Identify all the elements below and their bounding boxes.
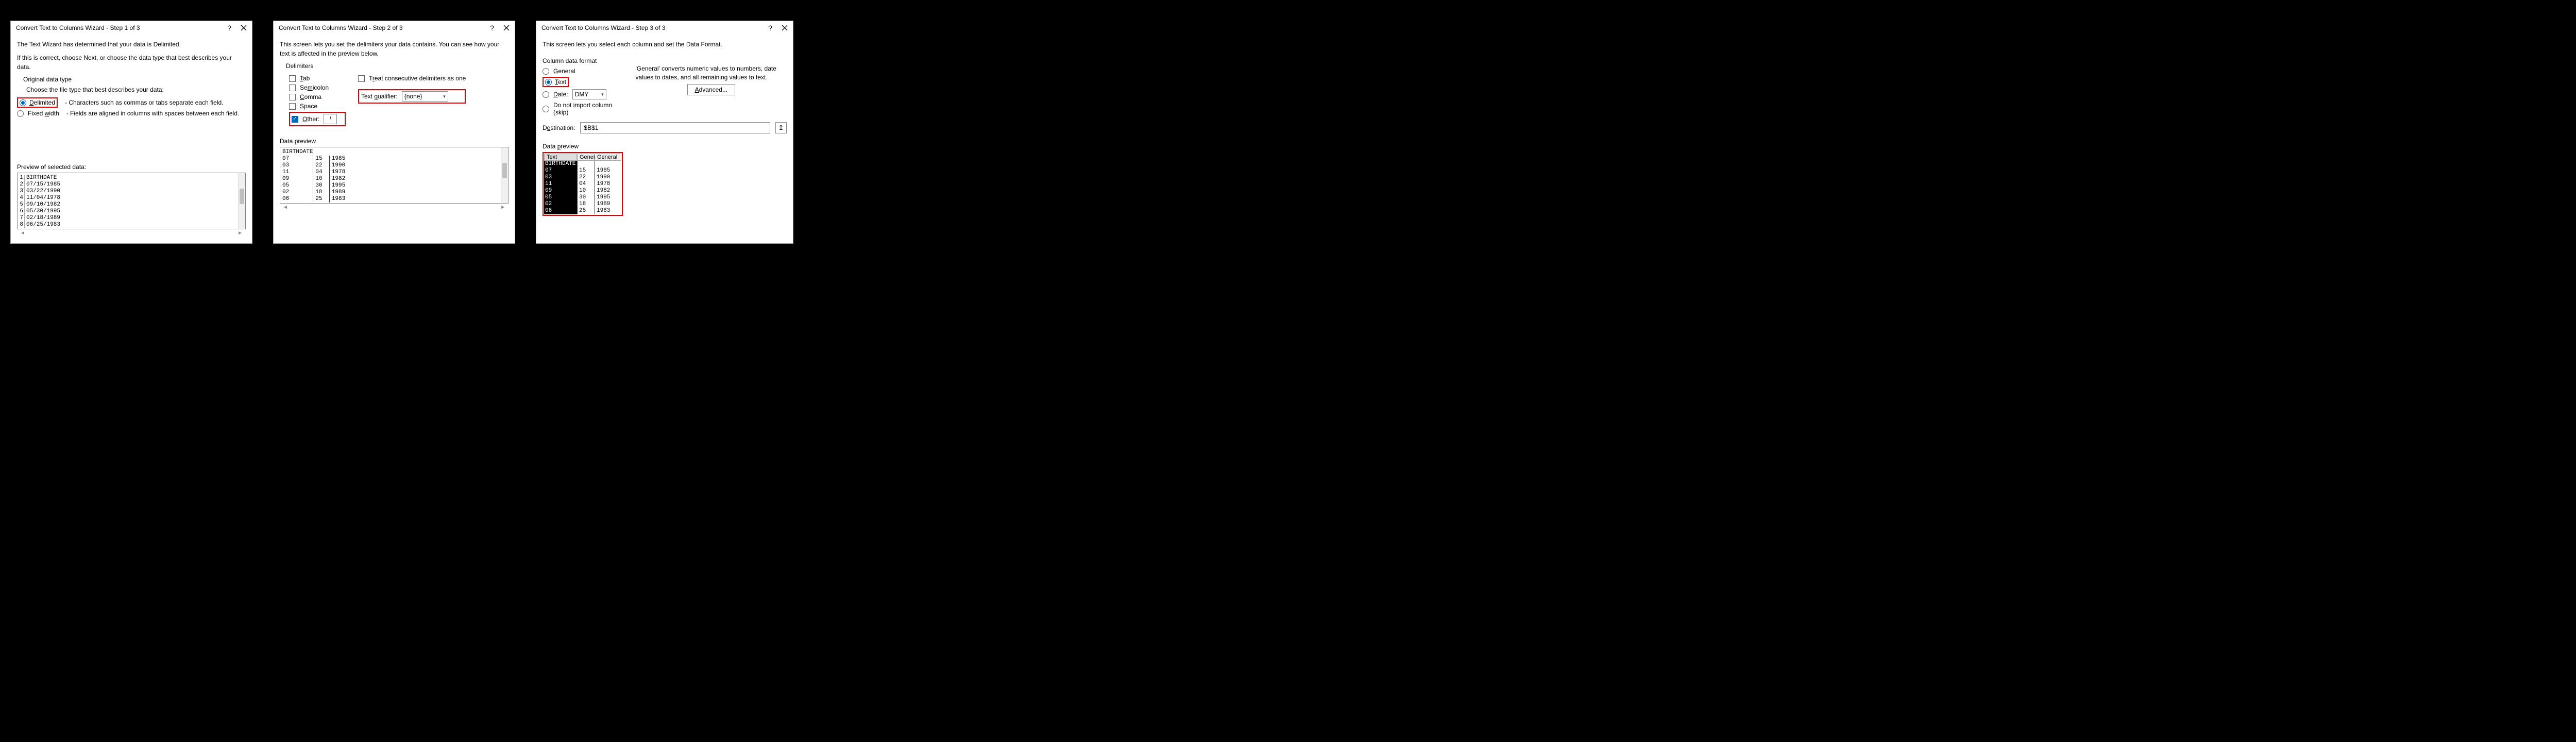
group-column-data-format: Column data format	[543, 57, 623, 64]
horizontal-scrollbar[interactable]: ◄►	[17, 229, 246, 237]
intro-text-2: If this is correct, choose Next, or choo…	[17, 53, 246, 72]
preview-row: 07151985	[544, 167, 621, 174]
chevron-down-icon: ▾	[601, 92, 604, 97]
checkbox-treat-consecutive-label[interactable]: Treat consecutive delimiters as one	[369, 75, 466, 82]
preview-row: 09101982	[544, 188, 621, 194]
checkbox-treat-consecutive[interactable]	[358, 75, 365, 82]
preview-row: 05 30 1995	[282, 182, 499, 189]
radio-date[interactable]	[543, 91, 549, 98]
radio-text[interactable]	[545, 79, 552, 86]
wizard-step3-dialog: Convert Text to Columns Wizard - Step 3 …	[536, 21, 793, 244]
preview-row: 11 04 1978	[282, 169, 499, 176]
fixed-desc: - Fields are aligned in columns with spa…	[66, 110, 240, 117]
checkbox-semicolon-label[interactable]: Semicolon	[300, 84, 329, 91]
wizard-step2-dialog: Convert Text to Columns Wizard - Step 2 …	[273, 21, 515, 244]
preview-row: 11041978	[544, 181, 621, 188]
checkbox-comma-label[interactable]: Comma	[300, 93, 321, 100]
help-button[interactable]: ?	[490, 24, 494, 31]
checkbox-space[interactable]	[289, 103, 296, 110]
help-button[interactable]: ?	[768, 24, 772, 31]
preview-pane: 1BIRTHDATE207/15/1985303/22/1990411/04/1…	[17, 173, 246, 229]
preview-headers: Text Gener General	[544, 154, 621, 161]
other-highlight: Other: /	[289, 112, 346, 126]
close-button[interactable]	[782, 25, 788, 31]
date-format-combo[interactable]: DMY▾	[572, 89, 606, 99]
checkbox-comma[interactable]	[289, 94, 296, 100]
preview-row: 06 25 1983	[282, 196, 499, 203]
range-selector-button[interactable]: ↥	[775, 122, 787, 133]
preview-label: Preview of selected data:	[17, 163, 246, 171]
vertical-scrollbar[interactable]	[501, 147, 508, 203]
delimited-desc: - Characters such as commas or tabs sepa…	[65, 99, 223, 106]
help-button[interactable]: ?	[227, 24, 231, 31]
chevron-down-icon: ▾	[443, 94, 446, 99]
radio-text-label[interactable]: Text	[555, 78, 566, 86]
dialog-title: Convert Text to Columns Wizard - Step 2 …	[279, 24, 403, 31]
preview-label: Data preview	[280, 138, 509, 145]
general-note: 'General' converts numeric values to num…	[636, 64, 787, 82]
choose-label: Choose the file type that best describes…	[26, 86, 246, 93]
preview-row: 509/10/1982	[20, 201, 236, 208]
preview-row: 303/22/1990	[20, 188, 236, 195]
radio-delimited-highlight: Delimited	[17, 97, 58, 108]
preview-row: 02 18 1989	[282, 189, 499, 196]
text-qualifier-label: Text qualifier:	[361, 93, 398, 100]
radio-general[interactable]	[543, 68, 549, 75]
preview-row: 702/18/1989	[20, 215, 236, 222]
radio-skip-label[interactable]: Do not import column (skip)	[553, 102, 623, 116]
radio-fixed-width-label[interactable]: Fixed width	[28, 110, 59, 117]
radio-general-label[interactable]: General	[553, 68, 575, 75]
preview-pane: BIRTHDATE 07 15 198503 22 199011 04 1978…	[280, 147, 509, 204]
text-qualifier-combo[interactable]: {none}▾	[402, 91, 448, 102]
preview-row: 07 15 1985	[282, 156, 499, 162]
dialog-title: Convert Text to Columns Wizard - Step 3 …	[541, 24, 666, 31]
destination-input[interactable]: $B$1	[580, 122, 770, 133]
vertical-scrollbar[interactable]	[238, 173, 245, 229]
radio-date-label[interactable]: Date:	[553, 91, 568, 98]
preview-row: 09 10 1982	[282, 176, 499, 182]
radio-delimited-label[interactable]: Delimited	[29, 99, 55, 106]
preview-row: 05301995	[544, 194, 621, 201]
wizard-step1-dialog: Convert Text to Columns Wizard - Step 1 …	[10, 21, 252, 244]
preview-row: 06251983	[544, 208, 621, 214]
close-button[interactable]	[503, 25, 510, 31]
checkbox-other[interactable]	[292, 116, 298, 123]
preview-highlight: Text Gener General BIRTHDATE071519850322…	[543, 152, 623, 216]
preview-row: 03221990	[544, 174, 621, 181]
radio-text-highlight: Text	[543, 77, 569, 87]
preview-row: 207/15/1985	[20, 181, 236, 188]
close-button[interactable]	[241, 25, 247, 31]
titlebar: Convert Text to Columns Wizard - Step 1 …	[11, 21, 252, 35]
checkbox-tab[interactable]	[289, 75, 296, 82]
checkbox-semicolon[interactable]	[289, 85, 296, 91]
preview-label: Data preview	[543, 143, 787, 150]
intro-text: This screen lets you select each column …	[543, 40, 787, 49]
horizontal-scrollbar[interactable]: ◄►	[280, 204, 509, 211]
qualifier-highlight: Text qualifier: {none}▾	[358, 89, 466, 104]
titlebar: Convert Text to Columns Wizard - Step 3 …	[536, 21, 793, 35]
checkbox-tab-label[interactable]: Tab	[300, 75, 310, 82]
titlebar: Convert Text to Columns Wizard - Step 2 …	[274, 21, 515, 35]
intro-text: This screen lets you set the delimiters …	[280, 40, 509, 58]
radio-delimited[interactable]	[20, 99, 26, 106]
intro-text-1: The Text Wizard has determined that your…	[17, 40, 246, 49]
other-input[interactable]: /	[324, 114, 337, 124]
advanced-button[interactable]: Advanced...	[687, 84, 735, 95]
preview-row: 605/30/1995	[20, 208, 236, 215]
group-original-data-type: Original data type	[23, 76, 246, 83]
group-delimiters: Delimiters	[286, 62, 509, 70]
radio-fixed-width[interactable]	[17, 110, 24, 117]
dialog-title: Convert Text to Columns Wizard - Step 1 …	[16, 24, 140, 31]
preview-row: 1BIRTHDATE	[20, 175, 236, 181]
checkbox-other-label[interactable]: Other:	[302, 115, 319, 123]
preview-row: 02181989	[544, 201, 621, 208]
preview-row: 411/04/1978	[20, 195, 236, 201]
preview-row: BIRTHDATE	[544, 161, 621, 167]
preview-row: BIRTHDATE	[282, 149, 499, 156]
checkbox-space-label[interactable]: Space	[300, 103, 317, 110]
radio-skip[interactable]	[543, 106, 549, 112]
preview-row: 03 22 1990	[282, 162, 499, 169]
destination-label: Destination:	[543, 124, 575, 131]
preview-row: 806/25/1983	[20, 222, 236, 228]
